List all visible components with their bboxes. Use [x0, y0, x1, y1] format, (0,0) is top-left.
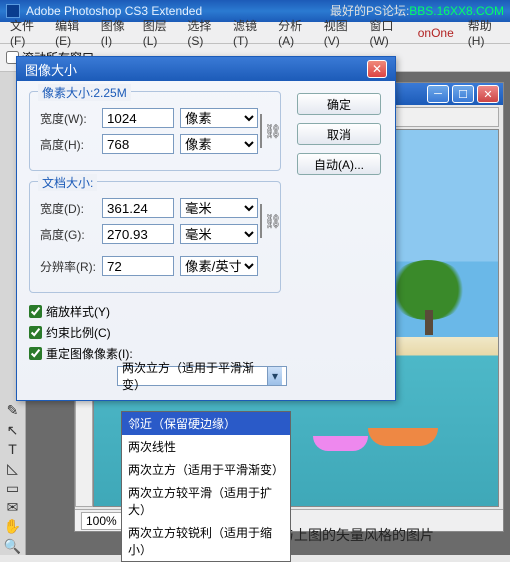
chevron-down-icon: ▾ [267, 367, 282, 385]
trunk-graphic [425, 310, 433, 335]
interp-option[interactable]: 两次线性 [122, 435, 290, 458]
link-bracket [260, 114, 262, 148]
tool-shape[interactable]: ▭ [2, 480, 24, 497]
tool-eyedropper[interactable]: ✎ [2, 402, 24, 419]
interp-option[interactable]: 两次立方较锐利（适用于缩小） [122, 521, 290, 561]
link-icon: ⛓ [264, 123, 282, 140]
ok-button[interactable]: 确定 [297, 93, 381, 115]
menu-layer[interactable]: 图层(L) [137, 15, 180, 50]
scale-styles-checkbox[interactable] [29, 305, 42, 318]
pixel-width-unit[interactable]: 像素 [180, 108, 258, 128]
dialog-close-button[interactable]: ✕ [367, 60, 387, 78]
pixel-width-input[interactable] [102, 108, 174, 128]
doc-height-input[interactable] [102, 224, 174, 244]
resolution-input[interactable] [102, 256, 174, 276]
doc-width-label: 宽度(D): [40, 200, 96, 217]
resolution-unit[interactable]: 像素/英寸 [180, 256, 258, 276]
auto-button[interactable]: 自动(A)... [297, 153, 381, 175]
link-icon: ⛓ [264, 213, 282, 230]
tool-notes[interactable]: ✉ [2, 499, 24, 516]
pixel-height-unit[interactable]: 像素 [180, 134, 258, 154]
interpolation-select[interactable]: 两次立方（适用于平滑渐变） ▾ [117, 366, 287, 386]
menu-help[interactable]: 帮助(H) [462, 15, 506, 50]
scale-styles-label: 缩放样式(Y) [46, 303, 110, 320]
resolution-label: 分辨率(R): [40, 258, 96, 275]
menu-analysis[interactable]: 分析(A) [272, 15, 316, 50]
doc-height-label: 高度(G): [40, 226, 96, 243]
tool-zoom[interactable]: 🔍 [2, 538, 24, 555]
minimize-button[interactable]: ─ [427, 85, 449, 103]
menu-view[interactable]: 视图(V) [318, 15, 362, 50]
watermark: 最好的PS论坛:BBS.16XX8.COM [330, 2, 504, 19]
height-label: 高度(H): [40, 136, 96, 153]
menu-onone[interactable]: onOne [412, 24, 460, 42]
cancel-button[interactable]: 取消 [297, 123, 381, 145]
pixel-height-input[interactable] [102, 134, 174, 154]
menu-edit[interactable]: 编辑(E) [49, 15, 93, 50]
resample-checkbox[interactable] [29, 347, 42, 360]
interp-option[interactable]: 两次立方较平滑（适用于扩大） [122, 481, 290, 521]
tool-hand[interactable]: ✋ [2, 518, 24, 535]
constrain-label: 约束比例(C) [46, 324, 111, 341]
image-size-dialog: 图像大小 ✕ 确定 取消 自动(A)... 像素大小:2.25M 宽度(W): … [16, 56, 396, 401]
menubar: 文件(F) 编辑(E) 图像(I) 图层(L) 选择(S) 滤镜(T) 分析(A… [0, 22, 510, 44]
dialog-title: 图像大小 [25, 60, 367, 79]
interpolation-dropdown: 邻近（保留硬边缘） 两次线性 两次立方（适用于平滑渐变） 两次立方较平滑（适用于… [121, 411, 291, 562]
doc-width-unit[interactable]: 毫米 [180, 198, 258, 218]
close-button[interactable]: ✕ [477, 85, 499, 103]
tool-move[interactable]: ↖ [2, 421, 24, 438]
menu-select[interactable]: 选择(S) [181, 15, 225, 50]
dialog-titlebar[interactable]: 图像大小 ✕ [17, 57, 395, 81]
doc-height-unit[interactable]: 毫米 [180, 224, 258, 244]
interp-option[interactable]: 邻近（保留硬边缘） [122, 412, 290, 435]
pixel-dimensions-legend: 像素大小:2.25M [38, 84, 131, 101]
maximize-button[interactable]: ☐ [452, 85, 474, 103]
resample-label: 重定图像像素(I): [46, 345, 133, 362]
menu-filter[interactable]: 滤镜(T) [227, 15, 270, 50]
link-bracket [260, 204, 262, 238]
constrain-checkbox[interactable] [29, 326, 42, 339]
document-size-legend: 文档大小: [38, 174, 97, 191]
width-label: 宽度(W): [40, 110, 96, 127]
boat-graphic [368, 428, 438, 446]
boat-graphic [313, 436, 368, 451]
interp-option[interactable]: 两次立方（适用于平滑渐变） [122, 458, 290, 481]
tool-type[interactable]: T [2, 441, 24, 458]
menu-image[interactable]: 图像(I) [95, 15, 135, 50]
menu-window[interactable]: 窗口(W) [363, 15, 409, 50]
menu-file[interactable]: 文件(F) [4, 15, 47, 50]
doc-width-input[interactable] [102, 198, 174, 218]
tool-path[interactable]: ◺ [2, 460, 24, 477]
